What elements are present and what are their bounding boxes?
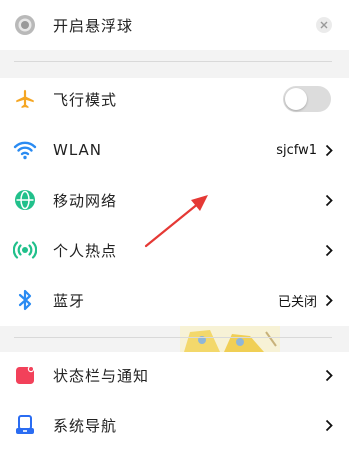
annotation-arrow — [144, 195, 208, 248]
settings-screen: 开启悬浮球 飞行模式 WLAN sjcfw1 移动网络 个人热点 蓝牙 已关闭 … — [0, 0, 349, 451]
